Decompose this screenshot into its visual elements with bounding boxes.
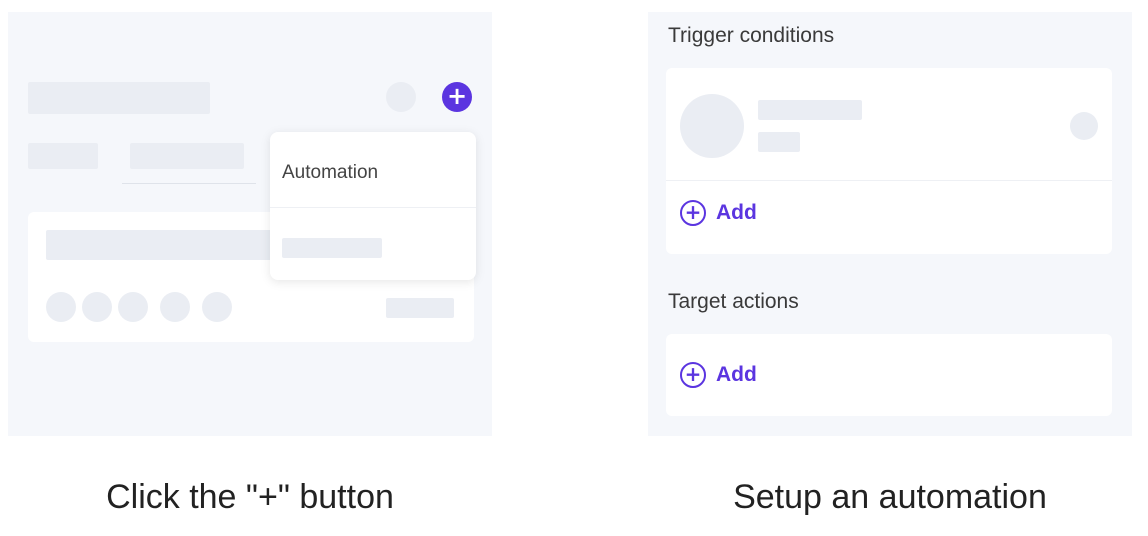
skeleton-avatar <box>160 292 190 322</box>
caption-left: Click the "+" button <box>106 478 394 516</box>
add-button[interactable]: + <box>442 82 472 112</box>
card-divider <box>666 180 1112 181</box>
caption-right: Setup an automation <box>733 478 1047 516</box>
left-screenshot-panel: + Automation <box>8 12 492 436</box>
section-title-actions: Target actions <box>668 290 799 313</box>
skeleton-badge <box>386 298 454 318</box>
menu-item-automation[interactable]: Automation <box>282 162 378 184</box>
skeleton-avatar <box>202 292 232 322</box>
tab-underline <box>122 183 256 184</box>
skeleton-line <box>758 100 862 120</box>
circle-plus-icon: + <box>680 200 706 226</box>
right-screenshot-panel: Trigger conditions + Add Target actions … <box>648 12 1132 436</box>
skeleton-tab <box>130 143 244 169</box>
skeleton-title <box>28 82 210 114</box>
add-dropdown-menu: Automation <box>270 132 476 280</box>
skeleton-tab <box>28 143 98 169</box>
skeleton-avatar <box>82 292 112 322</box>
skeleton-avatar <box>680 94 744 158</box>
skeleton-menu-item <box>282 238 382 258</box>
skeleton-icon <box>1070 112 1098 140</box>
menu-divider <box>270 207 476 208</box>
actions-card: + Add <box>666 334 1112 416</box>
trigger-card: + Add <box>666 68 1112 254</box>
plus-icon: + <box>446 82 468 110</box>
add-trigger-button[interactable]: + Add <box>680 200 757 226</box>
skeleton-line <box>46 230 286 260</box>
skeleton-avatar <box>386 82 416 112</box>
add-action-label: Add <box>716 363 757 386</box>
skeleton-line <box>758 132 800 152</box>
add-action-button[interactable]: + Add <box>680 362 757 388</box>
skeleton-avatar <box>46 292 76 322</box>
add-trigger-label: Add <box>716 201 757 224</box>
circle-plus-icon: + <box>680 362 706 388</box>
skeleton-avatar <box>118 292 148 322</box>
section-title-trigger: Trigger conditions <box>668 24 835 47</box>
